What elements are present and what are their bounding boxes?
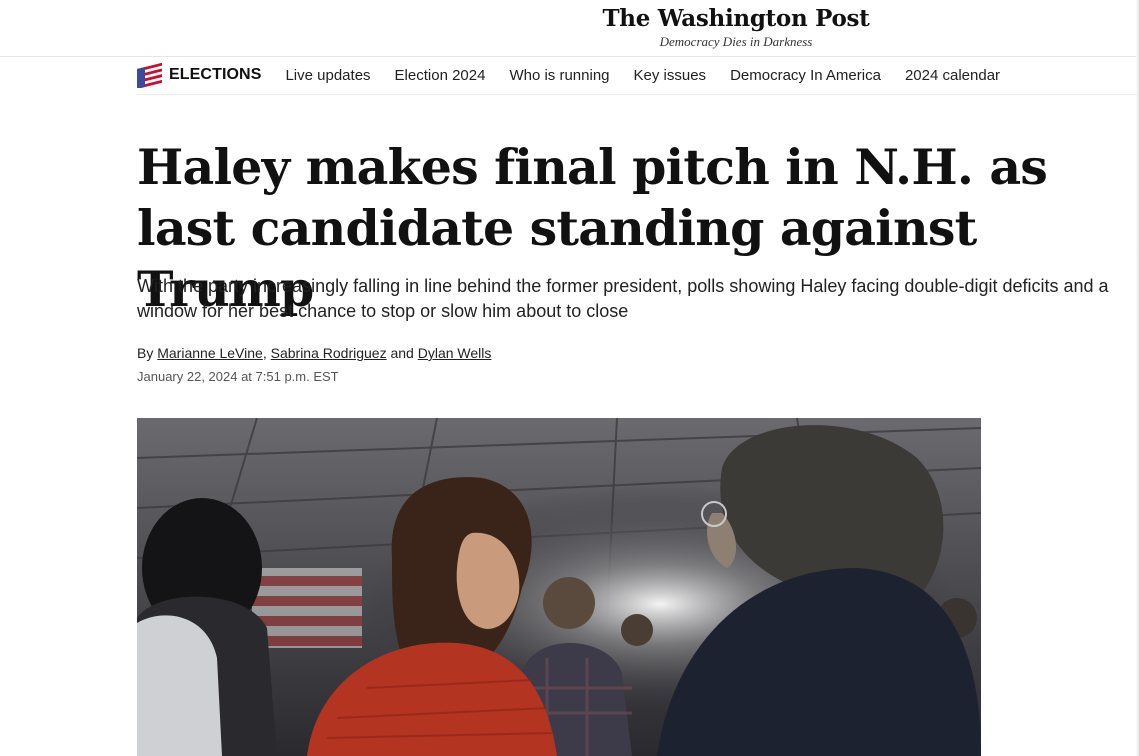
author-link-sabrina-rodriguez[interactable]: Sabrina Rodriguez — [271, 345, 387, 361]
section-nav: ELECTIONS Live updates Election 2024 Who… — [137, 56, 1139, 95]
byline: By Marianne LeVine, Sabrina Rodriguez an… — [137, 345, 491, 361]
nav-link-key-issues[interactable]: Key issues — [634, 67, 707, 84]
byline-prefix: By — [137, 345, 154, 361]
nav-link-democracy-in-america[interactable]: Democracy In America — [730, 67, 881, 84]
nav-link-2024-calendar[interactable]: 2024 calendar — [905, 67, 1000, 84]
article-subhead: With the party increasingly falling in l… — [137, 276, 1109, 321]
publish-timestamp: January 22, 2024 at 7:51 p.m. EST — [137, 369, 339, 384]
nav-link-election-2024[interactable]: Election 2024 — [395, 67, 486, 84]
nav-link-live-updates[interactable]: Live updates — [285, 67, 370, 84]
byline-conjunction: and — [390, 345, 414, 361]
byline-separator: , — [262, 345, 267, 361]
site-tagline: Democracy Dies in Darkness — [659, 34, 813, 49]
section-label-elections[interactable]: ELECTIONS — [169, 66, 261, 84]
lead-photo-illustration — [137, 418, 981, 756]
lead-photo[interactable] — [137, 418, 981, 756]
nav-link-who-is-running[interactable]: Who is running — [509, 67, 609, 84]
author-link-marianne-levine[interactable]: Marianne LeVine — [157, 345, 263, 361]
american-flag-icon — [137, 62, 162, 88]
masthead: The Washington Post Democracy Dies in Da… — [0, 0, 1139, 57]
author-link-dylan-wells[interactable]: Dylan Wells — [418, 345, 492, 361]
site-logo[interactable]: The Washington Post — [0, 5, 1139, 32]
